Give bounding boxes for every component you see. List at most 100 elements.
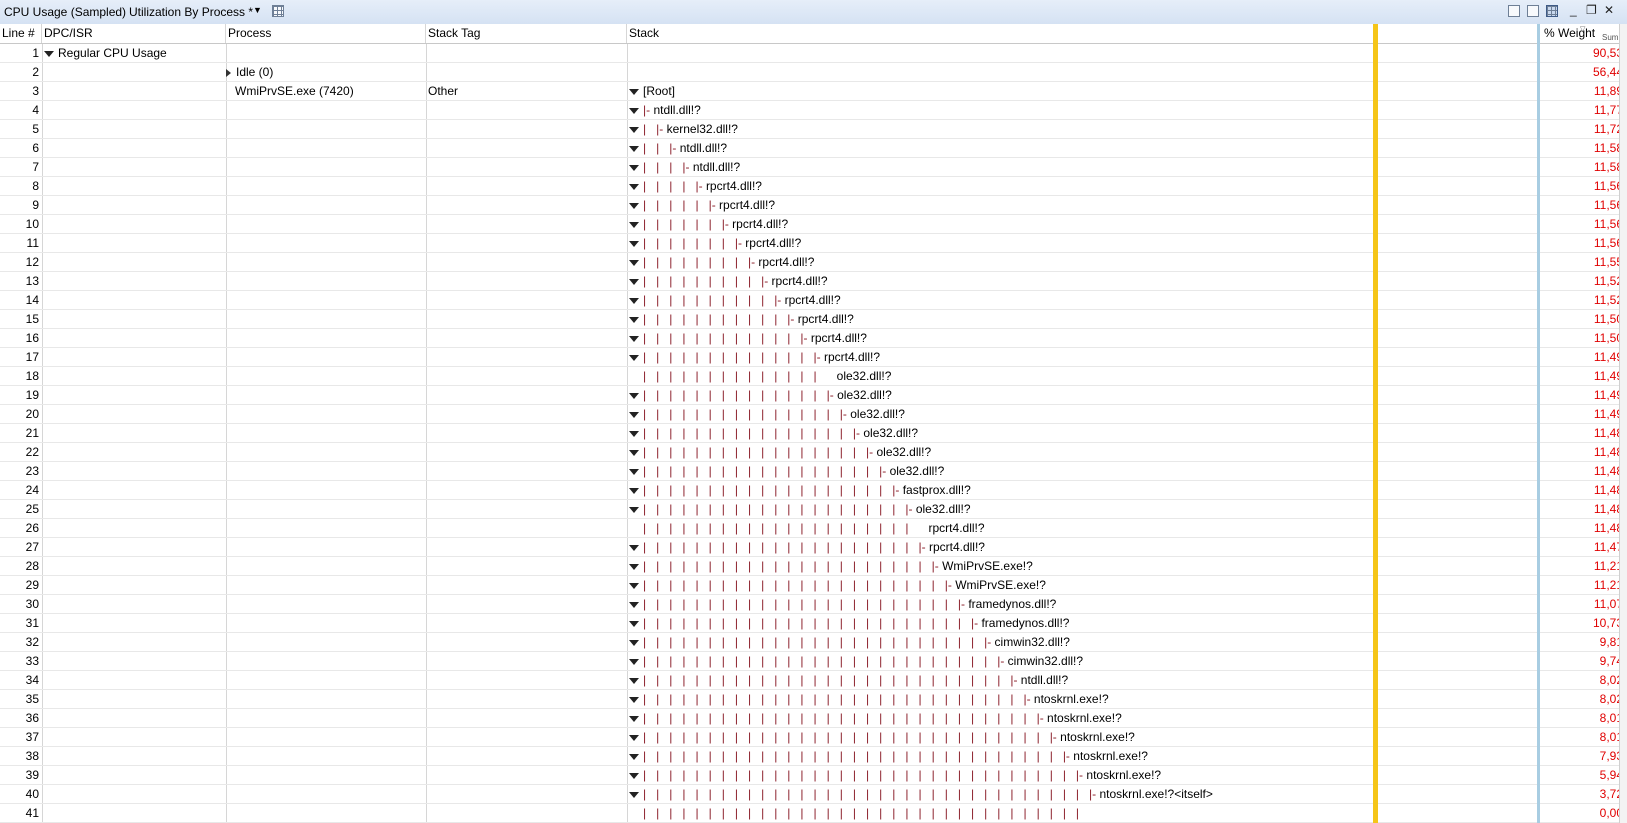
close-icon[interactable]: ✕ (1604, 3, 1614, 17)
header-stack[interactable]: Stack (627, 24, 1540, 43)
collapse-icon[interactable] (629, 164, 639, 171)
table-row[interactable]: 28 | | | | | | | | | | | | | | | | | | | … (0, 557, 1627, 576)
collapse-icon[interactable] (629, 221, 639, 228)
collapse-icon[interactable] (629, 259, 639, 266)
table-row[interactable]: 4 |- ntdll.dll!? 11,77 (0, 101, 1627, 120)
collapse-icon[interactable] (629, 734, 639, 741)
collapse-icon[interactable] (629, 335, 639, 342)
collapse-icon[interactable] (629, 772, 639, 779)
collapse-icon[interactable] (629, 297, 639, 304)
table-row[interactable]: 36 | | | | | | | | | | | | | | | | | | | … (0, 709, 1627, 728)
collapse-icon[interactable] (629, 506, 639, 513)
table-row[interactable]: 17 | | | | | | | | | | | | | |- rpcrt4.dl… (0, 348, 1627, 367)
table-row[interactable]: 41 | | | | | | | | | | | | | | | | | | | … (0, 804, 1627, 823)
collapse-icon[interactable] (629, 107, 639, 114)
weight-column-divider[interactable] (1537, 24, 1540, 823)
collapse-icon[interactable] (629, 715, 639, 722)
table-row[interactable]: 29 | | | | | | | | | | | | | | | | | | | … (0, 576, 1627, 595)
weight-cell: 11,48 (1593, 521, 1623, 535)
table-row[interactable]: 2 Idle (0) 56,44 (0, 63, 1627, 82)
collapse-icon[interactable] (629, 677, 639, 684)
collapse-icon[interactable] (629, 126, 639, 133)
collapse-icon[interactable] (629, 563, 639, 570)
table-row[interactable]: 32 | | | | | | | | | | | | | | | | | | | … (0, 633, 1627, 652)
table-row[interactable]: 31 | | | | | | | | | | | | | | | | | | | … (0, 614, 1627, 633)
restore-icon[interactable]: ❐ (1586, 3, 1597, 17)
table-row[interactable]: 23 | | | | | | | | | | | | | | | | | | |-… (0, 462, 1627, 481)
graph-only-icon[interactable] (1527, 5, 1539, 17)
table-row[interactable]: 37 | | | | | | | | | | | | | | | | | | | … (0, 728, 1627, 747)
table-row[interactable]: 13 | | | | | | | | | |- rpcrt4.dll!? 11,52 (0, 272, 1627, 291)
collapse-icon[interactable] (629, 582, 639, 589)
table-row[interactable]: 8 | | | | |- rpcrt4.dll!? 11,56 (0, 177, 1627, 196)
collapse-icon[interactable] (629, 88, 639, 95)
collapse-icon[interactable] (629, 639, 639, 646)
table-row[interactable]: 34 | | | | | | | | | | | | | | | | | | | … (0, 671, 1627, 690)
header-dpc-isr[interactable]: DPC/ISR (42, 24, 226, 43)
table-row[interactable]: 21 | | | | | | | | | | | | | | | | |- ole… (0, 424, 1627, 443)
collapse-icon[interactable] (629, 753, 639, 760)
collapse-icon[interactable] (629, 145, 639, 152)
collapse-icon[interactable] (629, 278, 639, 285)
table-row[interactable]: 15 | | | | | | | | | | | |- rpcrt4.dll!? 1… (0, 310, 1627, 329)
expand-icon[interactable] (226, 68, 231, 77)
table-only-icon[interactable] (1546, 5, 1558, 17)
collapse-icon[interactable] (629, 620, 639, 627)
table-row[interactable]: 6 | | |- ntdll.dll!? 11,58 (0, 139, 1627, 158)
minimize-icon[interactable]: _ (1570, 3, 1577, 17)
table-row[interactable]: 5 | |- kernel32.dll!? 11,72 (0, 120, 1627, 139)
table-row[interactable]: 20 | | | | | | | | | | | | | | | |- ole32… (0, 405, 1627, 424)
preset-dropdown-icon[interactable]: ▼ (253, 5, 262, 15)
collapse-icon[interactable] (629, 202, 639, 209)
table-row[interactable]: 25 | | | | | | | | | | | | | | | | | | | … (0, 500, 1627, 519)
graph-title[interactable]: CPU Usage (Sampled) (4, 5, 126, 19)
collapse-icon[interactable] (629, 183, 639, 190)
collapse-icon[interactable] (629, 487, 639, 494)
graph-and-table-icon[interactable] (1508, 5, 1520, 17)
collapse-icon[interactable] (629, 449, 639, 456)
collapse-icon[interactable] (629, 544, 639, 551)
collapse-icon[interactable] (629, 430, 639, 437)
table-row[interactable]: 12 | | | | | | | | |- rpcrt4.dll!? 11,55 (0, 253, 1627, 272)
table-row[interactable]: 14 | | | | | | | | | | |- rpcrt4.dll!? 11,… (0, 291, 1627, 310)
table-row[interactable]: 1 Regular CPU Usage 90,53 (0, 44, 1627, 63)
table-row[interactable]: 11 | | | | | | | |- rpcrt4.dll!? 11,56 (0, 234, 1627, 253)
table-row[interactable]: 19 | | | | | | | | | | | | | | |- ole32.d… (0, 386, 1627, 405)
collapse-icon[interactable] (629, 411, 639, 418)
weight-cell: 11,77 (1593, 103, 1623, 117)
table-row[interactable]: 40 | | | | | | | | | | | | | | | | | | | … (0, 785, 1627, 804)
header-process[interactable]: Process (226, 24, 426, 43)
table-row[interactable]: 30 | | | | | | | | | | | | | | | | | | | … (0, 595, 1627, 614)
stack-cell: | | | | | | | | | | | | | | | | | | | | … (629, 595, 1374, 613)
collapse-icon[interactable] (629, 601, 639, 608)
view-options-icon[interactable] (272, 5, 284, 17)
table-row[interactable]: 24 | | | | | | | | | | | | | | | | | | | … (0, 481, 1627, 500)
table-row[interactable]: 26 | | | | | | | | | | | | | | | | | | | … (0, 519, 1627, 538)
collapse-icon[interactable] (629, 658, 639, 665)
collapse-icon[interactable] (629, 791, 639, 798)
table-row[interactable]: 27 | | | | | | | | | | | | | | | | | | | … (0, 538, 1627, 557)
collapse-icon[interactable] (44, 50, 54, 57)
table-row[interactable]: 35 | | | | | | | | | | | | | | | | | | | … (0, 690, 1627, 709)
collapse-icon[interactable] (629, 316, 639, 323)
table-row[interactable]: 38 | | | | | | | | | | | | | | | | | | | … (0, 747, 1627, 766)
collapse-icon[interactable] (629, 468, 639, 475)
table-row[interactable]: 33 | | | | | | | | | | | | | | | | | | | … (0, 652, 1627, 671)
table-row[interactable]: 9 | | | | | |- rpcrt4.dll!? 11,56 (0, 196, 1627, 215)
vertical-scrollbar[interactable] (1619, 24, 1627, 823)
table-row[interactable]: 16 | | | | | | | | | | | | |- rpcrt4.dll!… (0, 329, 1627, 348)
table-row[interactable]: 39 | | | | | | | | | | | | | | | | | | | … (0, 766, 1627, 785)
table-row[interactable]: 3 WmiPrvSE.exe (7420) Other [Root] 11,89 (0, 82, 1627, 101)
collapse-icon[interactable] (629, 240, 639, 247)
collapse-icon[interactable] (629, 696, 639, 703)
preset-selector[interactable]: Utilization By Process * (129, 5, 253, 19)
header-line-number[interactable]: Line # (0, 24, 42, 43)
table-row[interactable]: 10 | | | | | | |- rpcrt4.dll!? 11,56 (0, 215, 1627, 234)
header-stack-tag[interactable]: Stack Tag (426, 24, 627, 43)
table-row[interactable]: 7 | | | |- ntdll.dll!? 11,58 (0, 158, 1627, 177)
collapse-icon[interactable] (629, 392, 639, 399)
collapse-icon[interactable] (629, 354, 639, 361)
focus-column-divider[interactable] (1373, 24, 1378, 823)
table-row[interactable]: 22 | | | | | | | | | | | | | | | | | |- o… (0, 443, 1627, 462)
table-row[interactable]: 18 | | | | | | | | | | | | | | ole32.dll!… (0, 367, 1627, 386)
